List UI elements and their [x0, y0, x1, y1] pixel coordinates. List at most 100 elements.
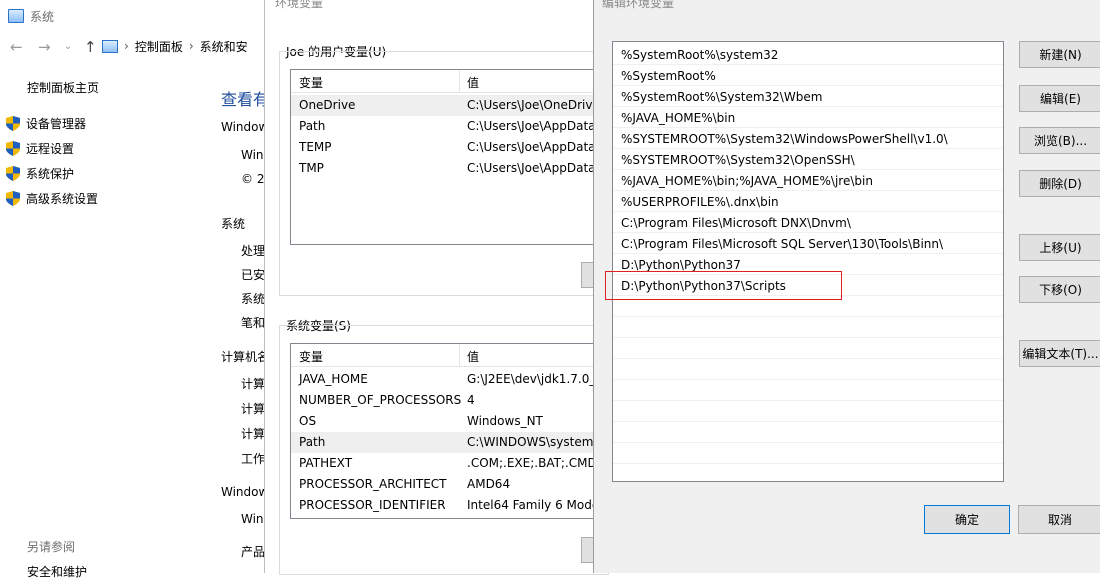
- variable-name: TMP: [299, 161, 324, 175]
- path-entry-text: %USERPROFILE%\.dnx\bin: [621, 195, 779, 209]
- variable-name: JAVA_HOME: [299, 372, 368, 386]
- cancel-button[interactable]: 取消: [1018, 505, 1100, 534]
- table-row[interactable]: PATHEXT .COM;.EXE;.BAT;.CMD;: [291, 453, 599, 474]
- path-entry-text: %JAVA_HOME%\bin: [621, 111, 736, 125]
- uac-shield-icon: [6, 140, 20, 156]
- table-row[interactable]: PROCESSOR_IDENTIFIER Intel64 Family 6 Mo…: [291, 495, 599, 516]
- column-header-value[interactable]: 值: [467, 74, 479, 91]
- computer-description-label: 计算: [241, 427, 266, 441]
- installed-memory-label: 已安: [241, 268, 266, 282]
- pen-touch-label: 笔和: [241, 316, 266, 330]
- list-header: 变量 值: [291, 344, 599, 367]
- sidebar-item-label: 高级系统设置: [26, 191, 99, 206]
- address-bar-area: ← → ⌄ ↑ › 控制面板 › 系统和安: [0, 34, 270, 58]
- variable-value: .COM;.EXE;.BAT;.CMD;: [467, 456, 600, 470]
- back-arrow-icon[interactable]: ←: [10, 38, 23, 56]
- list-item[interactable]: D:\Python\Python37: [613, 254, 1003, 275]
- user-variables-list[interactable]: 变量 值 OneDrive C:\Users\Joe\OneDrive Path…: [290, 69, 600, 245]
- processor-label: 处理: [241, 244, 266, 258]
- list-item-empty[interactable]: [613, 296, 1003, 317]
- sidebar-item-label: 远程设置: [26, 141, 75, 156]
- system-window-title: 系统: [8, 6, 54, 26]
- system-window-title-text: 系统: [30, 9, 55, 24]
- move-down-button[interactable]: 下移(O): [1019, 276, 1100, 303]
- list-item-empty[interactable]: [613, 443, 1003, 464]
- list-item[interactable]: %JAVA_HOME%\bin;%JAVA_HOME%\jre\bin: [613, 170, 1003, 191]
- list-item-empty[interactable]: [613, 338, 1003, 359]
- list-item-empty[interactable]: [613, 401, 1003, 422]
- control-panel-icon: [102, 39, 118, 53]
- list-item-empty[interactable]: [613, 317, 1003, 338]
- column-separator[interactable]: [459, 70, 460, 93]
- ok-button[interactable]: 确定: [924, 505, 1010, 534]
- list-item-empty[interactable]: [613, 380, 1003, 401]
- system-variables-list[interactable]: 变量 值 JAVA_HOME G:\J2EE\dev\jdk1.7.0_8 NU…: [290, 343, 600, 519]
- workgroup-label: 工作: [241, 452, 266, 466]
- uac-shield-icon: [6, 190, 20, 206]
- list-item-empty[interactable]: [613, 422, 1003, 443]
- variable-value: C:\Users\Joe\AppData: [467, 140, 596, 154]
- breadcrumb-system-security[interactable]: 系统和安: [200, 38, 248, 55]
- uac-shield-icon: [6, 115, 20, 131]
- list-item-empty[interactable]: [613, 359, 1003, 380]
- table-row[interactable]: Path C:\WINDOWS\system3: [291, 432, 599, 453]
- path-entry-text: %SystemRoot%\System32\Wbem: [621, 90, 823, 104]
- list-item[interactable]: %SystemRoot%: [613, 65, 1003, 86]
- new-button[interactable]: 新建(N): [1019, 41, 1100, 68]
- column-separator[interactable]: [459, 344, 460, 367]
- list-item[interactable]: C:\Program Files\Microsoft SQL Server\13…: [613, 233, 1003, 254]
- control-panel-home-link[interactable]: 控制面板主页: [27, 79, 99, 96]
- path-entry-text: %SystemRoot%: [621, 69, 716, 83]
- variable-name: NUMBER_OF_PROCESSORS: [299, 393, 462, 407]
- list-item[interactable]: C:\Program Files\Microsoft DNX\Dnvm\: [613, 212, 1003, 233]
- list-item-selected[interactable]: D:\Python\Python37\Scripts: [613, 275, 1003, 296]
- breadcrumb-control-panel[interactable]: 控制面板: [135, 38, 183, 55]
- sidebar-item-remote-settings[interactable]: 远程设置: [6, 139, 74, 157]
- table-row[interactable]: PROCESSOR_ARCHITECT AMD64: [291, 474, 599, 495]
- edit-button[interactable]: 编辑(E): [1019, 85, 1100, 112]
- column-header-value[interactable]: 值: [467, 348, 479, 365]
- up-arrow-icon[interactable]: ↑: [84, 38, 97, 56]
- forward-arrow-icon[interactable]: →: [38, 38, 51, 56]
- variable-name: OneDrive: [299, 98, 356, 112]
- table-row[interactable]: Path C:\Users\Joe\AppData: [291, 116, 599, 137]
- see-also-heading: 另请参阅: [27, 540, 76, 554]
- sidebar-item-label: 设备管理器: [26, 116, 87, 131]
- column-header-variable[interactable]: 变量: [299, 74, 323, 91]
- dialog-title: 编辑环境变量: [602, 0, 675, 10]
- list-item[interactable]: %SYSTEMROOT%\System32\WindowsPowerShell\…: [613, 128, 1003, 149]
- variable-value: C:\WINDOWS\system3: [467, 435, 600, 449]
- table-row[interactable]: TEMP C:\Users\Joe\AppData: [291, 137, 599, 158]
- recent-dropdown-icon[interactable]: ⌄: [64, 41, 72, 52]
- full-computer-name-label: 计算: [241, 402, 266, 416]
- list-item[interactable]: %JAVA_HOME%\bin: [613, 107, 1003, 128]
- list-header: 变量 值: [291, 70, 599, 93]
- table-row[interactable]: NUMBER_OF_PROCESSORS 4: [291, 390, 599, 411]
- path-entry-text: %SYSTEMROOT%\System32\OpenSSH\: [621, 153, 855, 167]
- edit-text-button[interactable]: 编辑文本(T)...: [1019, 340, 1100, 367]
- path-entries-list[interactable]: %SystemRoot%\system32 %SystemRoot% %Syst…: [612, 41, 1004, 482]
- table-row[interactable]: JAVA_HOME G:\J2EE\dev\jdk1.7.0_8: [291, 369, 599, 390]
- list-item[interactable]: %SystemRoot%\system32: [613, 44, 1003, 65]
- sidebar-item-advanced-settings[interactable]: 高级系统设置: [6, 189, 98, 207]
- sidebar-item-device-manager[interactable]: 设备管理器: [6, 114, 86, 132]
- system-type-label: 系统: [241, 292, 266, 306]
- breadcrumb[interactable]: › 控制面板 › 系统和安: [102, 34, 272, 58]
- path-entry-text: C:\Program Files\Microsoft SQL Server\13…: [621, 237, 944, 251]
- move-up-button[interactable]: 上移(U): [1019, 234, 1100, 261]
- system-section-heading: 系统: [221, 217, 246, 231]
- browse-button[interactable]: 浏览(B)...: [1019, 127, 1100, 154]
- sidebar-item-system-protection[interactable]: 系统保护: [6, 164, 74, 182]
- list-item[interactable]: %SYSTEMROOT%\System32\OpenSSH\: [613, 149, 1003, 170]
- table-row[interactable]: TMP C:\Users\Joe\AppData: [291, 158, 599, 179]
- delete-button[interactable]: 删除(D): [1019, 170, 1100, 197]
- table-row[interactable]: OneDrive C:\Users\Joe\OneDrive: [291, 95, 599, 116]
- column-header-variable[interactable]: 变量: [299, 348, 323, 365]
- path-entry-text: D:\Python\Python37: [621, 258, 741, 272]
- table-row[interactable]: OS Windows_NT: [291, 411, 599, 432]
- security-maintenance-link[interactable]: 安全和维护: [27, 563, 87, 580]
- product-id-label: 产品: [241, 545, 266, 559]
- variable-value: Windows_NT: [467, 414, 543, 428]
- list-item[interactable]: %SystemRoot%\System32\Wbem: [613, 86, 1003, 107]
- list-item[interactable]: %USERPROFILE%\.dnx\bin: [613, 191, 1003, 212]
